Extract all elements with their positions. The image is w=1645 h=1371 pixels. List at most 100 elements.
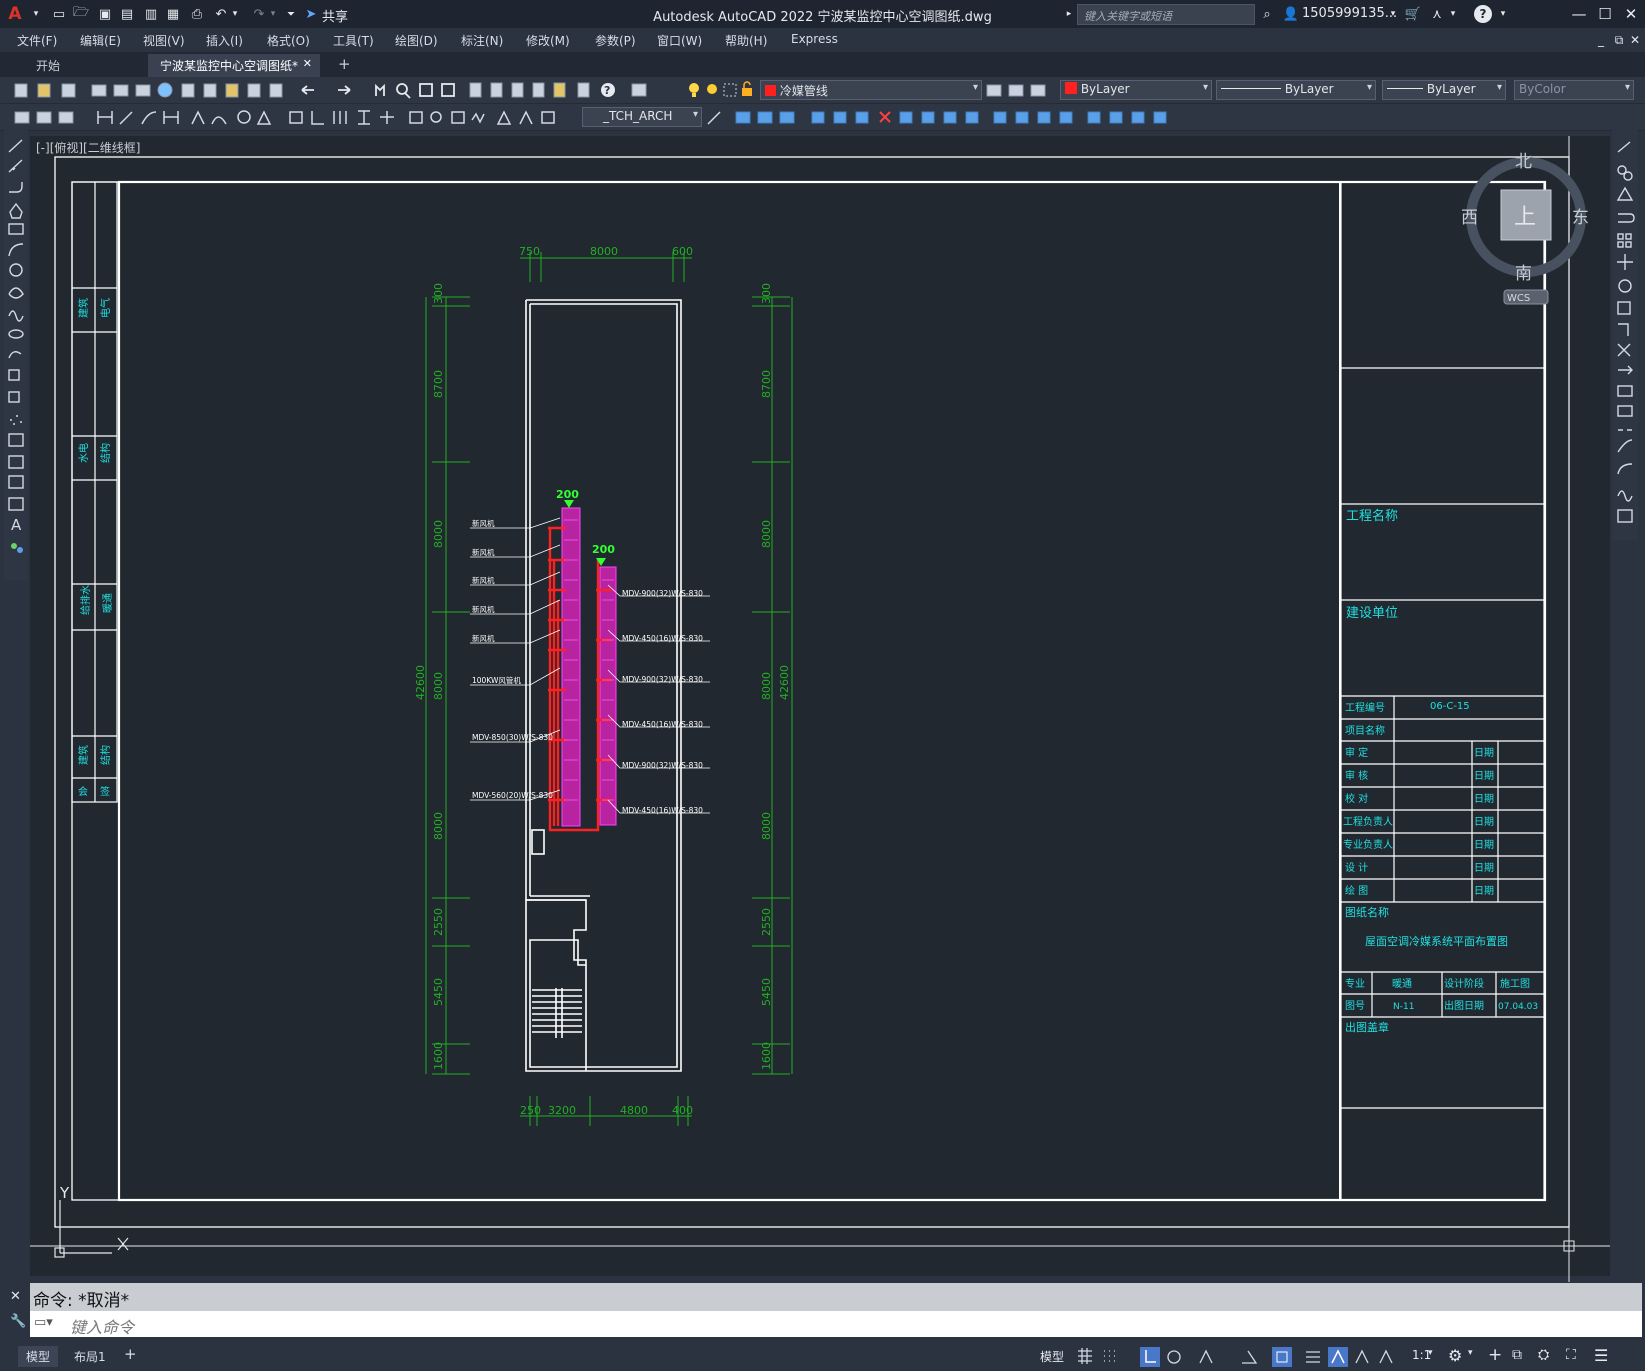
countersign-text: 会: [78, 785, 88, 798]
equipment-label: MDV-850(30)W/S-830: [472, 733, 553, 742]
customize-wrench-icon[interactable]: 🔧: [10, 1314, 26, 1329]
add-layout-icon[interactable]: +: [124, 1345, 137, 1363]
date-label: 日期: [1474, 839, 1494, 851]
outer-border: [54, 156, 1570, 1228]
role-approve: 审 定: [1345, 746, 1368, 759]
customize-menu-icon[interactable]: ☰: [1594, 1346, 1608, 1365]
dim-text: 5450: [760, 978, 773, 1006]
project-name-label: 工程名称: [1346, 508, 1398, 524]
dim-text: 4800: [620, 1104, 648, 1117]
equipment-label: 新风机: [472, 633, 495, 643]
dim-text: 42600: [778, 665, 791, 700]
viewcube-west[interactable]: 西: [1461, 208, 1478, 228]
role-design: 设 计: [1345, 861, 1368, 874]
close-command-icon[interactable]: ✕: [10, 1289, 21, 1304]
dim-text: 8000: [760, 672, 773, 700]
equipment-label: MDV-900(32)W/S-830: [622, 589, 703, 598]
dim-text: 5450: [432, 978, 445, 1006]
right-labels: MDV-900(32)W/S-830 MDV-450(16)W/S-830 MD…: [622, 589, 703, 815]
right-leaders: [607, 584, 710, 814]
role-project-lead: 工程负责人: [1343, 815, 1393, 828]
left-dimension-texts: 300 8700 8000 42600 8000 8000 2550 5450 …: [414, 283, 445, 1070]
equipment-label: MDV-900(32)W/S-830: [622, 675, 703, 684]
cad-drawing: 建筑 电气 水电 结构 给排水 暖通 建筑 结构 会 签 工程名称 建设单位 工…: [30, 136, 1610, 1282]
dim-text: 2550: [760, 908, 773, 936]
countersign-text: 结构: [99, 745, 112, 765]
countersign-text: 暖通: [101, 593, 114, 613]
project-no-label: 工程编号: [1345, 701, 1385, 714]
equipment-label: 新风机: [472, 604, 495, 614]
countersign-text: 给排水: [79, 585, 92, 615]
role-review: 审 核: [1345, 769, 1368, 782]
date-label: 日期: [1474, 816, 1494, 828]
client-label: 建设单位: [1346, 606, 1398, 621]
viewcube-south[interactable]: 南: [1515, 264, 1532, 284]
equipment-label: MDV-450(16)W/S-830: [622, 720, 703, 729]
dim-text: 400: [672, 1104, 693, 1117]
pipe-size-label: 200: [556, 488, 579, 501]
modify-palette: [1612, 130, 1638, 540]
project-no-value: 06-C-15: [1430, 701, 1470, 712]
title-block-grid: [1340, 181, 1545, 1201]
date-label: 日期: [1474, 862, 1494, 874]
dim-text: 8000: [760, 520, 773, 548]
modify-palette-icons[interactable]: [1612, 130, 1638, 540]
command-line-handle[interactable]: ✕ 🔧: [4, 1283, 30, 1337]
date-label: 日期: [1474, 747, 1494, 759]
tab-model[interactable]: 模型: [18, 1346, 59, 1367]
dim-text: 300: [760, 283, 773, 304]
dim-text: 3200: [548, 1104, 576, 1117]
dim-text: 750: [519, 245, 540, 258]
drawing-name-label: 图纸名称: [1345, 905, 1389, 919]
command-history: 命令: *取消*: [30, 1283, 1642, 1311]
equipment-label: 100KW风管机: [472, 675, 521, 685]
countersign-text: 建筑: [77, 745, 90, 765]
equipment-label: 新风机: [472, 518, 495, 528]
add-icon[interactable]: +: [1488, 1345, 1502, 1365]
equipment-label: MDV-450(16)W/S-830: [622, 634, 703, 643]
pipe-size-label: 200: [592, 543, 615, 556]
dim-text: 8700: [432, 370, 445, 398]
dim-text: 8000: [432, 520, 445, 548]
dim-text: 42600: [414, 665, 427, 700]
issue-date-value: 07.04.03: [1498, 1002, 1538, 1012]
hardware-acceleration-icon[interactable]: ⛭: [1538, 1347, 1549, 1363]
dim-text: 8000: [432, 672, 445, 700]
status-bar: 模型 布局1 + 模型 1:1 ▾ ⚙ ▾ + ⧉ ⛭ ⛶ ☰: [0, 1341, 1645, 1371]
tab-layout1[interactable]: 布局1: [66, 1346, 114, 1367]
issue-date-label: 出图日期: [1444, 999, 1484, 1012]
countersign-text: 结构: [99, 443, 112, 463]
dim-text: 8000: [590, 245, 618, 258]
wcs-menu[interactable]: WCS: [1507, 293, 1530, 304]
discipline-value: 暖通: [1392, 977, 1412, 990]
drawing-no-value: N-11: [1393, 1002, 1414, 1012]
command-prompt-icon[interactable]: ▭▾: [34, 1315, 53, 1330]
left-leaders: [470, 517, 561, 801]
workspace-dropdown-icon[interactable]: ▾: [1468, 1348, 1473, 1358]
isolate-objects-icon[interactable]: ⧉: [1512, 1347, 1522, 1363]
date-label: 日期: [1474, 770, 1494, 782]
sheet-border: [71, 181, 1546, 1201]
equipment-label: MDV-450(16)W/S-830: [622, 806, 703, 815]
scale-dropdown-icon[interactable]: ▾: [1428, 1348, 1433, 1358]
clean-screen-icon[interactable]: ⛶: [1566, 1347, 1576, 1363]
dim-text: 600: [672, 245, 693, 258]
date-label: 日期: [1474, 885, 1494, 897]
item-name-label: 项目名称: [1345, 724, 1385, 737]
dim-text: 300: [432, 283, 445, 304]
viewcube-east[interactable]: 东: [1572, 208, 1589, 228]
drawing-frame: [117, 180, 1547, 1202]
equipment-label: MDV-900(32)W/S-830: [622, 761, 703, 770]
dim-text: 1600: [432, 1042, 445, 1070]
viewcube-north[interactable]: 北: [1515, 152, 1532, 172]
date-label: 日期: [1474, 793, 1494, 805]
command-input[interactable]: 键入命令: [30, 1311, 1642, 1337]
role-draw: 绘 图: [1345, 884, 1368, 897]
model-space-toggle[interactable]: 模型: [1040, 1348, 1064, 1365]
discipline-label: 专业: [1345, 977, 1365, 990]
dim-text: 250: [520, 1104, 541, 1117]
viewcube-top-face[interactable]: 上: [1514, 205, 1536, 230]
role-discipline-lead: 专业负责人: [1343, 838, 1393, 851]
dim-text: 1600: [760, 1042, 773, 1070]
gear-icon[interactable]: ⚙: [1448, 1346, 1462, 1365]
